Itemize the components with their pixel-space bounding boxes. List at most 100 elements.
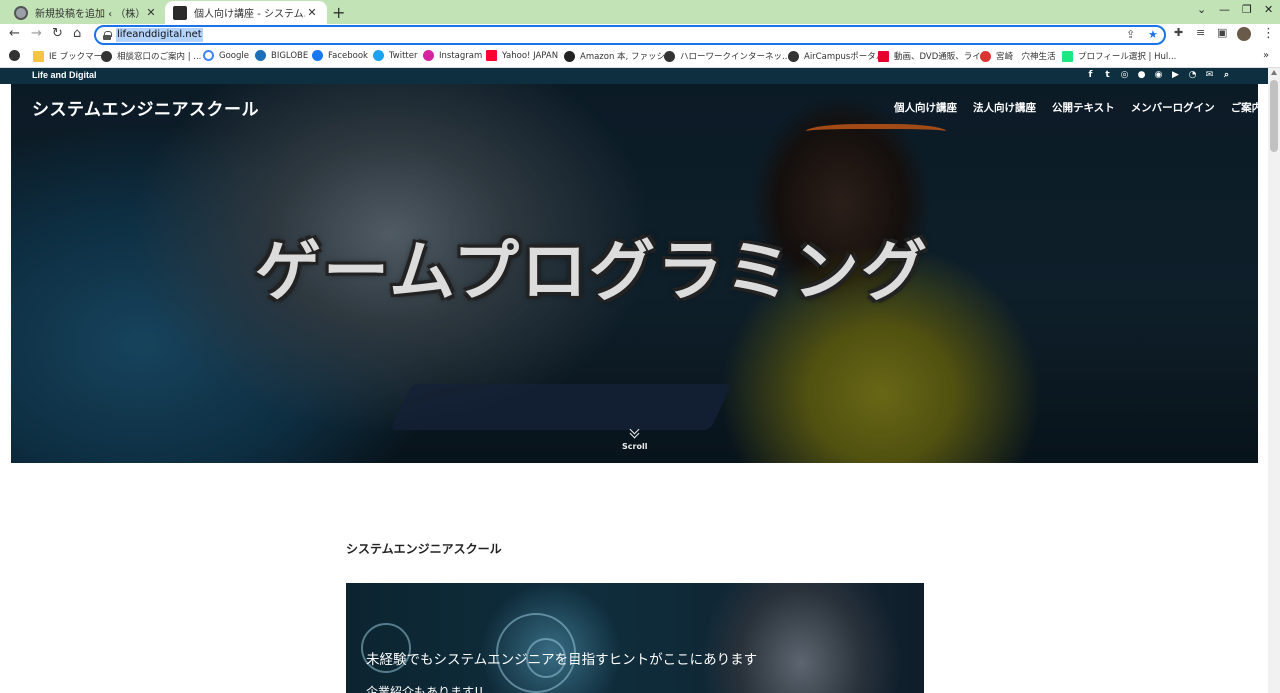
page-scrollbar[interactable] [1268, 68, 1280, 693]
bookmark-item[interactable] [9, 50, 25, 61]
url-text: lifeanddigital.net [116, 28, 203, 42]
bookmarks-overflow-button[interactable]: » [1263, 50, 1269, 61]
globe-icon [9, 50, 20, 61]
bookmark-label: AirCampusポータル [804, 52, 885, 62]
promo-banner[interactable]: 未経験でもシステムエンジニアを目指すヒントがここにあります 企業紹介もあります!… [346, 583, 924, 693]
tab-title: 個人向け講座 - システムエンジニアス [194, 9, 305, 20]
bookmark-item[interactable]: Google [203, 50, 249, 61]
nav-item-corporate[interactable]: 法人向け講座 [973, 100, 1036, 115]
scroll-up-icon[interactable] [1271, 70, 1277, 75]
menu-icon[interactable]: ⋮ [1262, 26, 1275, 41]
browser-toolbar: ← → ↻ ⌂ lifeanddigital.net ⇪ ★ ✚ ≡ ▣ ⋮ [0, 24, 1280, 46]
scroll-label: Scroll [622, 442, 648, 451]
forward-icon[interactable]: → [31, 26, 42, 41]
search-icon[interactable]: ⌕ [1221, 70, 1232, 81]
bookmark-item[interactable]: 相談窓口のご案内 | ... [101, 50, 201, 62]
minimize-button[interactable]: — [1219, 3, 1230, 16]
bookmark-item[interactable]: Instagram [423, 50, 482, 61]
nav-item-guide[interactable]: ご案内 [1231, 100, 1263, 115]
bookmark-label: Twitter [389, 50, 418, 61]
bookmark-item[interactable]: BIGLOBE [255, 50, 308, 61]
mail-icon[interactable]: ✉ [1204, 70, 1215, 81]
share-icon[interactable]: ⇪ [1126, 28, 1135, 41]
nav-item-personal[interactable]: 個人向け講座 [894, 100, 957, 115]
bookmark-label: 宮崎 穴神生活 [996, 52, 1056, 62]
bookmark-folder[interactable]: IE ブックマーク [33, 50, 111, 62]
globe-icon [664, 50, 675, 62]
bookmark-item[interactable]: Twitter [373, 50, 418, 61]
bookmark-item[interactable]: Yahoo! JAPAN [486, 50, 558, 61]
scroll-indicator[interactable]: Scroll [622, 428, 647, 451]
lock-icon[interactable] [103, 31, 112, 40]
hero-keyboard [390, 384, 732, 430]
bookmark-item[interactable]: プロフィール選択 | Hul... [1062, 50, 1176, 62]
bookmark-item[interactable]: 動画、DVD通販、ライ... [878, 50, 989, 62]
bookmark-label: Yahoo! JAPAN [502, 50, 559, 61]
banner-headline: 未経験でもシステムエンジニアを目指すヒントがここにあります [366, 652, 758, 668]
close-window-button[interactable]: ✕ [1264, 3, 1273, 16]
bookmark-item[interactable]: 宮崎 穴神生活 [980, 50, 1056, 62]
social-links: f t ◎ ● ◉ ▶ ◔ ✉ ⌕ [1085, 70, 1232, 81]
bookmark-star-icon[interactable]: ★ [1148, 28, 1158, 41]
new-tab-button[interactable]: + [332, 3, 345, 22]
google-icon [203, 50, 214, 61]
section-title: システムエンジニアスクール [346, 542, 502, 556]
chevron-down-icon [630, 428, 640, 438]
bookmark-label: プロフィール選択 | Hul... [1078, 52, 1177, 62]
tab-new-post[interactable]: 新規投稿を追加 ‹ （株）ライフプラ ✕ [6, 1, 166, 24]
folder-icon [33, 50, 44, 62]
site-icon [980, 50, 991, 62]
nav-item-member-login[interactable]: メンバーログイン [1131, 100, 1215, 115]
hero-glasses [806, 124, 946, 142]
github-icon[interactable]: ◉ [1153, 70, 1164, 81]
tab-personal-course[interactable]: 個人向け講座 - システムエンジニアス ✕ [165, 1, 327, 24]
reload-icon[interactable]: ↻ [52, 26, 63, 41]
facebook-icon[interactable]: f [1085, 70, 1096, 81]
tab-search-icon[interactable]: ⌄ [1197, 3, 1206, 16]
hulu-icon [1062, 50, 1073, 62]
bookmark-label: BIGLOBE [271, 50, 309, 61]
twitter-icon [373, 50, 384, 61]
bookmark-label: ハローワークインターネッ... [680, 52, 791, 62]
bookmark-label: Facebook [328, 50, 368, 61]
extensions-icon[interactable]: ✚ [1174, 26, 1183, 39]
hero-heading: ゲームプログラミング [255, 233, 930, 310]
bookmark-item[interactable]: ハローワークインターネッ... [664, 50, 790, 62]
home-icon[interactable]: ⌂ [73, 26, 81, 41]
tab-strip: 新規投稿を追加 ‹ （株）ライフプラ ✕ 個人向け講座 - システムエンジニアス… [0, 0, 1280, 24]
tab-title: 新規投稿を追加 ‹ （株）ライフプラ [35, 9, 144, 20]
site-title[interactable]: システムエンジニアスクール [32, 95, 259, 120]
address-bar[interactable]: lifeanddigital.net ⇪ ★ [94, 25, 1166, 45]
avatar[interactable] [1237, 27, 1251, 41]
site-favicon-icon [173, 5, 187, 20]
main-nav: 個人向け講座 法人向け講座 公開テキスト メンバーログイン ご案内 [878, 100, 1262, 115]
f-icon [878, 50, 889, 62]
rss-icon[interactable]: ◔ [1187, 70, 1198, 81]
nav-item-public-text[interactable]: 公開テキスト [1052, 100, 1115, 115]
bookmark-item[interactable]: Facebook [312, 50, 368, 61]
close-icon[interactable]: ✕ [144, 6, 158, 19]
bookmark-label: 動画、DVD通販、ライ... [894, 52, 989, 62]
banner-subtext: 企業紹介もあります!! [366, 685, 484, 693]
side-panel-icon[interactable]: ▣ [1217, 26, 1227, 39]
scrollbar-thumb[interactable] [1270, 80, 1278, 152]
close-icon[interactable]: ✕ [305, 6, 319, 19]
line-icon[interactable]: ● [1136, 70, 1147, 81]
back-icon[interactable]: ← [9, 26, 20, 41]
web-page: Life and Digital f t ◎ ● ◉ ▶ ◔ ✉ ⌕ システムエ… [0, 68, 1268, 693]
instagram-icon[interactable]: ◎ [1119, 70, 1130, 81]
bookmark-item[interactable]: Amazon 本, ファッシ... [564, 50, 673, 62]
twitter-icon[interactable]: t [1102, 70, 1113, 81]
media-control-icon[interactable]: ≡ [1196, 26, 1205, 39]
bookmarks-bar: IE ブックマーク 相談窓口のご案内 | ... Google BIGLOBE … [0, 46, 1280, 68]
site-brand[interactable]: Life and Digital [32, 70, 97, 80]
biglobe-icon [255, 50, 266, 61]
globe-icon [101, 50, 112, 62]
bookmark-label: 相談窓口のご案内 | ... [117, 52, 202, 62]
youtube-icon[interactable]: ▶ [1170, 70, 1181, 81]
site-topbar: Life and Digital f t ◎ ● ◉ ▶ ◔ ✉ ⌕ [0, 68, 1268, 84]
bookmark-label: Amazon 本, ファッシ... [580, 52, 674, 62]
amazon-icon [564, 50, 575, 62]
bookmark-item[interactable]: AirCampusポータル [788, 50, 884, 62]
restore-button[interactable]: ❐ [1242, 3, 1252, 16]
